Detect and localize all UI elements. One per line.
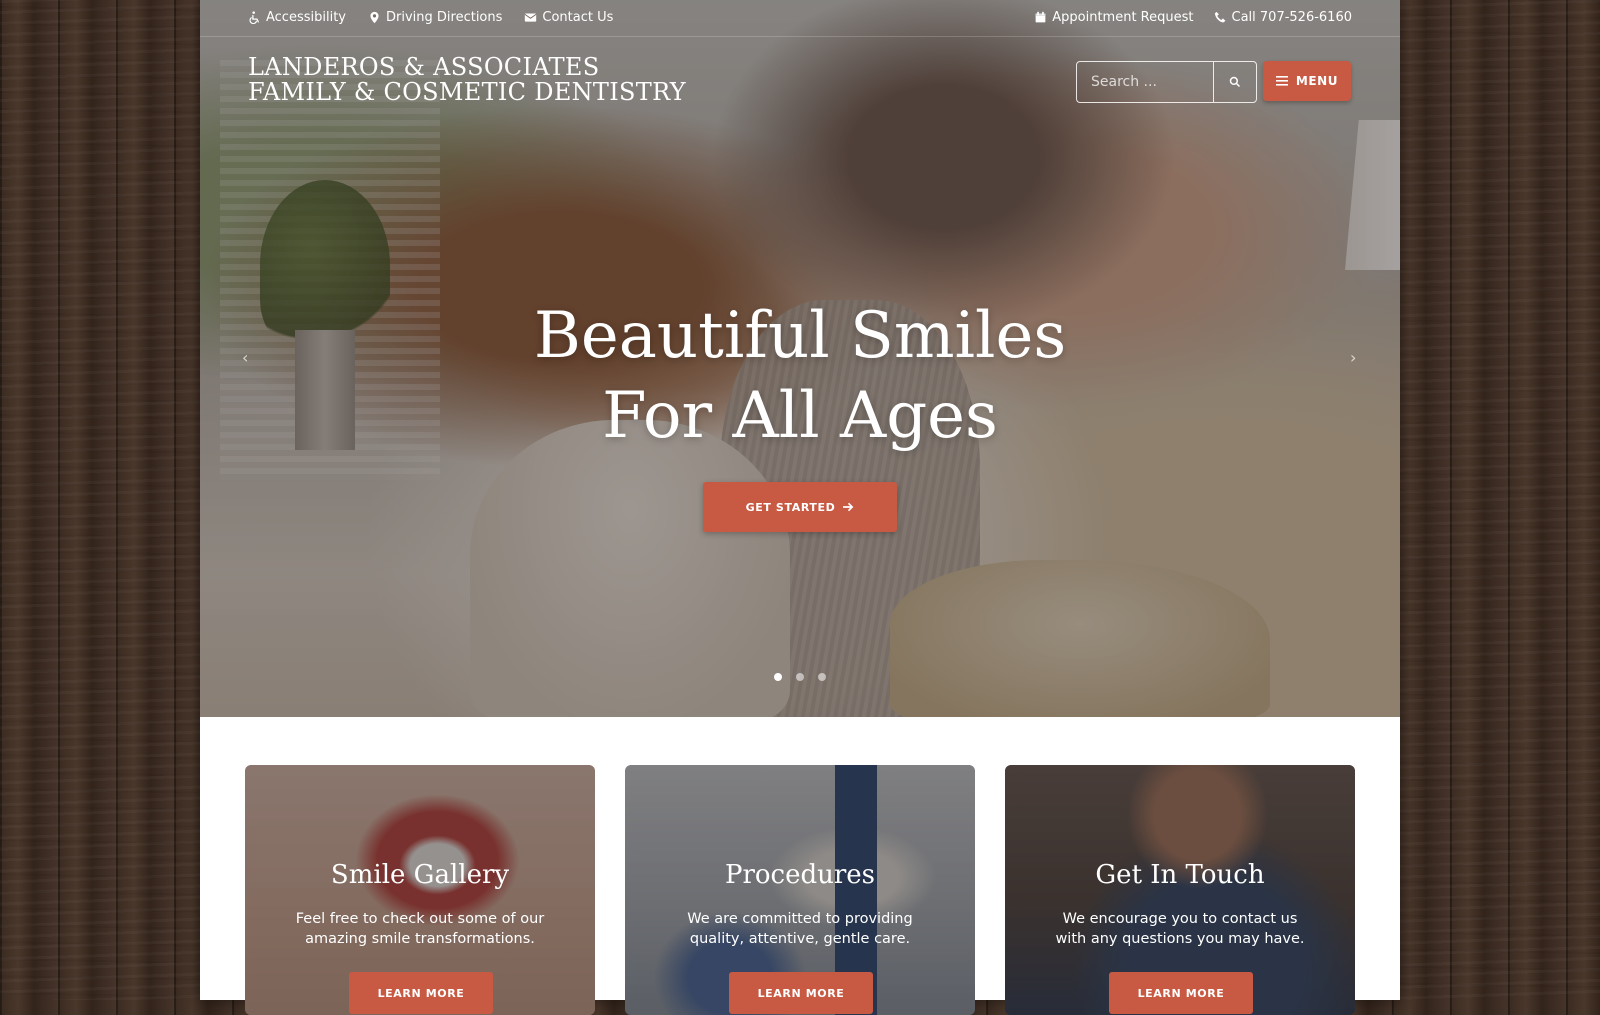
accessibility-label: Accessibility <box>266 10 346 25</box>
slider-next-arrow[interactable]: › <box>1350 348 1356 367</box>
contact-us-link[interactable]: Contact Us <box>524 10 613 25</box>
get-started-button[interactable]: GET STARTED <box>703 482 897 532</box>
slider-dot[interactable] <box>774 673 782 681</box>
learn-more-button[interactable]: LEARN MORE <box>729 972 873 1014</box>
hero-slider: Accessibility Driving Directions Contact… <box>200 0 1400 717</box>
card-get-in-touch: Get In Touch We encourage you to contact… <box>1005 765 1355 1015</box>
contact-us-label: Contact Us <box>542 10 614 25</box>
appointment-request-label: Appointment Request <box>1052 10 1194 25</box>
hero-headline: Beautiful Smiles For All Ages <box>200 296 1400 456</box>
search-icon <box>1229 76 1241 88</box>
accessibility-link[interactable]: Accessibility <box>248 10 346 25</box>
slider-prev-arrow[interactable]: ‹ <box>242 348 248 367</box>
logo-line-1: LANDEROS & ASSOCIATES <box>248 53 600 81</box>
card-text: Feel free to check out some of our amazi… <box>295 911 545 947</box>
card-title: Procedures <box>724 860 876 890</box>
menu-label: MENU <box>1295 74 1339 88</box>
envelope-icon <box>524 13 537 22</box>
site-logo[interactable]: LANDEROS & ASSOCIATES FAMILY & COSMETIC … <box>248 55 686 105</box>
utility-links-right: Appointment Request Call 707-526-6160 <box>1034 10 1352 25</box>
wheelchair-icon <box>249 11 260 24</box>
driving-directions-label: Driving Directions <box>386 10 503 25</box>
card-text: We are committed to providing quality, a… <box>687 911 913 947</box>
learn-more-button[interactable]: LEARN MORE <box>349 972 493 1014</box>
search-button[interactable] <box>1213 62 1256 102</box>
call-phone-label: Call 707-526-6160 <box>1231 10 1353 25</box>
arrow-right-icon <box>843 502 854 512</box>
card-title: Smile Gallery <box>330 860 510 890</box>
card-procedures: Procedures We are committed to providing… <box>625 765 975 1015</box>
driving-directions-link[interactable]: Driving Directions <box>368 10 502 25</box>
phone-icon <box>1214 11 1225 23</box>
hero-headline-line-2: For All Ages <box>602 379 998 453</box>
map-marker-icon <box>370 11 379 24</box>
slider-dot[interactable] <box>818 673 826 681</box>
learn-more-button[interactable]: LEARN MORE <box>1109 972 1253 1014</box>
card-text: We encourage you to contact us with any … <box>1055 911 1305 947</box>
card-smile-gallery: Smile Gallery Feel free to check out som… <box>245 765 595 1015</box>
search-form <box>1076 61 1257 103</box>
get-started-label: GET STARTED <box>745 500 836 514</box>
slider-dot[interactable] <box>796 673 804 681</box>
search-input[interactable] <box>1077 62 1213 102</box>
logo-line-2: FAMILY & COSMETIC DENTISTRY <box>248 78 686 106</box>
hamburger-icon <box>1275 76 1288 86</box>
menu-button[interactable]: MENU <box>1263 61 1351 101</box>
appointment-request-link[interactable]: Appointment Request <box>1034 10 1194 25</box>
utility-links-left: Accessibility Driving Directions Contact… <box>248 10 613 25</box>
slider-pagination <box>774 673 826 681</box>
call-phone-link[interactable]: Call 707-526-6160 <box>1214 10 1353 25</box>
card-title: Get In Touch <box>1095 860 1265 890</box>
site-container: Accessibility Driving Directions Contact… <box>200 0 1400 1015</box>
calendar-icon <box>1035 11 1046 23</box>
utility-bar: Accessibility Driving Directions Contact… <box>200 0 1400 37</box>
hero-headline-line-1: Beautiful Smiles <box>533 299 1067 373</box>
